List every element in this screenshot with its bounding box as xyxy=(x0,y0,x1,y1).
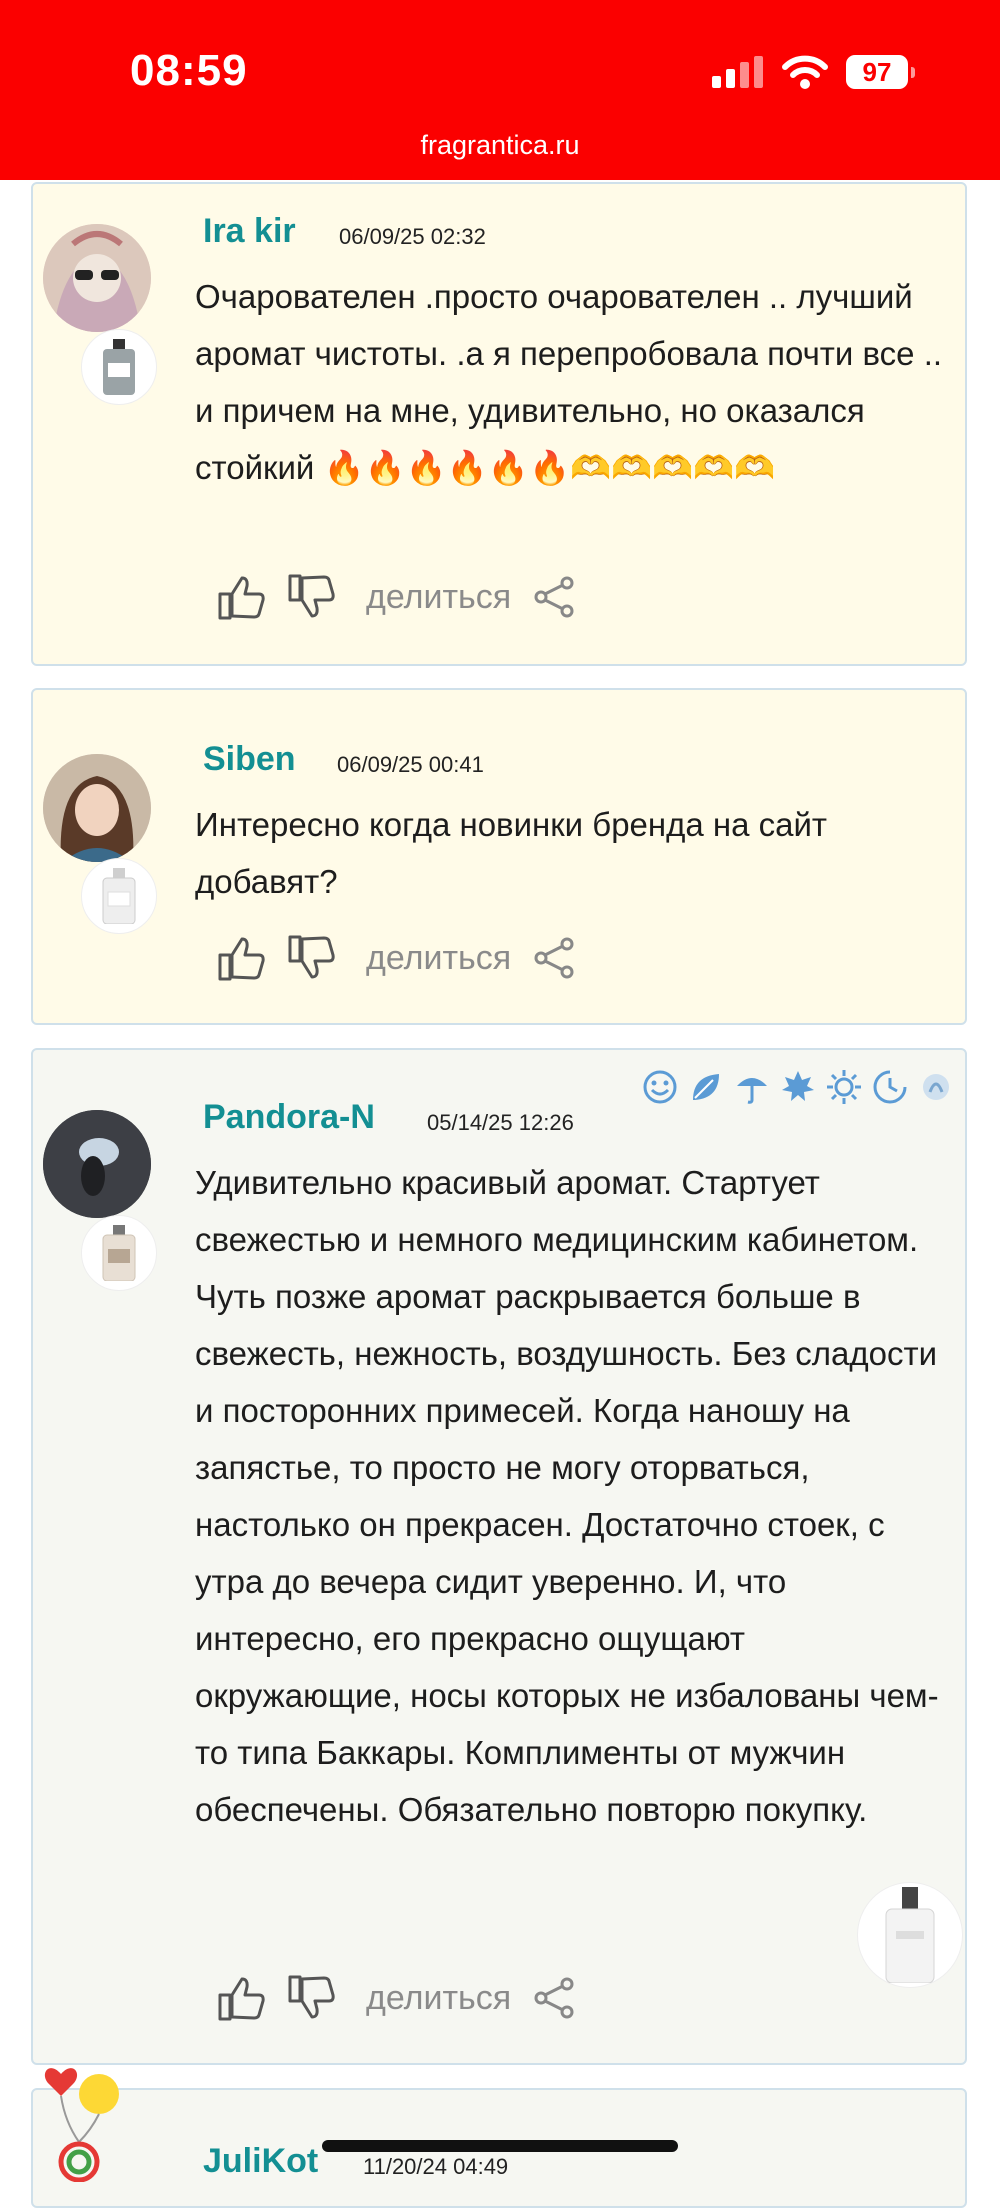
home-indicator[interactable] xyxy=(322,2140,678,2152)
leaf-icon xyxy=(693,1074,719,1100)
share-button[interactable]: делиться xyxy=(366,578,511,617)
perfume-bottle-icon xyxy=(102,868,136,924)
thumbs-up-icon[interactable] xyxy=(218,574,266,620)
review-actions: делиться xyxy=(218,935,575,981)
review-username[interactable]: JuliKot xyxy=(203,2142,318,2181)
status-bar: 08:59 97 fragrantica.ru xyxy=(0,0,1000,180)
maple-leaf-icon xyxy=(782,1071,814,1101)
review-text: Очарователен .просто очарователен .. луч… xyxy=(195,278,943,486)
thumbs-down-icon[interactable] xyxy=(288,1975,336,2021)
review-actions: делиться xyxy=(218,574,575,620)
thumbs-down-icon[interactable] xyxy=(288,574,336,620)
smiley-icon xyxy=(643,1070,677,1104)
fragrance-thumbnail-large[interactable] xyxy=(857,1882,963,1988)
rating-icons xyxy=(641,1068,955,1106)
share-button[interactable]: делиться xyxy=(366,939,511,978)
review-card: Siben 06/09/25 00:41 Интересно когда нов… xyxy=(31,688,967,1025)
user-photo-icon xyxy=(43,1110,151,1218)
umbrella-icon xyxy=(737,1078,767,1104)
perfume-bottle-icon xyxy=(102,1225,136,1281)
thumbs-down-icon[interactable] xyxy=(288,935,336,981)
share-icon[interactable] xyxy=(533,575,575,619)
perfume-bottle-icon xyxy=(103,339,135,395)
user-photo-icon xyxy=(43,224,151,332)
day-night-icon xyxy=(873,1070,907,1104)
fragrance-thumbnail[interactable] xyxy=(81,329,157,405)
balloons-icon xyxy=(44,2068,119,2183)
thumbs-up-icon[interactable] xyxy=(218,935,266,981)
review-date: 11/20/24 04:49 xyxy=(363,2154,509,2179)
perfume-bottle-icon xyxy=(885,1887,935,1983)
address-bar-url[interactable]: fragrantica.ru xyxy=(0,130,1000,161)
avatar[interactable] xyxy=(43,754,151,862)
review-username[interactable]: Siben xyxy=(203,740,296,779)
review-text: Удивительно красивый аромат. Стартует св… xyxy=(195,1164,939,1828)
user-photo-icon xyxy=(43,754,151,862)
review-card: Pandora-N 05/14/25 12:26 Удивительно кра… xyxy=(31,1048,967,2065)
review-text: Интересно когда новинки бренда на сайт д… xyxy=(195,806,828,900)
system-icons: 97 xyxy=(712,52,915,92)
review-actions: делиться xyxy=(218,1975,575,2021)
review-date: 06/09/25 02:32 xyxy=(339,224,486,249)
review-username[interactable]: Pandora-N xyxy=(203,1098,375,1137)
sun-icon xyxy=(827,1070,861,1104)
avatar[interactable] xyxy=(43,224,151,332)
moon-icon xyxy=(923,1074,949,1100)
review-date: 06/09/25 00:41 xyxy=(337,752,484,777)
thumbs-up-icon[interactable] xyxy=(218,1975,266,2021)
fragrance-thumbnail[interactable] xyxy=(81,858,157,934)
battery-indicator: 97 xyxy=(846,55,915,89)
wifi-icon xyxy=(782,55,828,89)
clock: 08:59 xyxy=(130,46,248,95)
share-icon[interactable] xyxy=(533,936,575,980)
review-date: 05/14/25 12:26 xyxy=(427,1110,574,1135)
avatar[interactable] xyxy=(39,2052,139,2183)
share-icon[interactable] xyxy=(533,1976,575,2020)
share-button[interactable]: делиться xyxy=(366,1979,511,2018)
review-username[interactable]: Ira kir xyxy=(203,212,296,251)
avatar[interactable] xyxy=(43,1110,151,1218)
fragrance-thumbnail[interactable] xyxy=(81,1215,157,1291)
review-card: Ira kir 06/09/25 02:32 Очарователен .про… xyxy=(31,182,967,666)
cellular-signal-icon xyxy=(712,56,763,88)
